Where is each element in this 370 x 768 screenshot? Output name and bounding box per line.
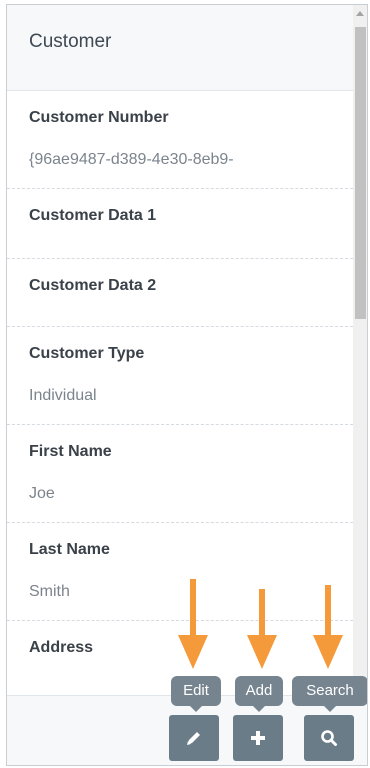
customer-panel: Customer Customer Number {96ae9487-d389-…: [6, 4, 368, 766]
field-customer-data-2: Customer Data 2: [7, 259, 353, 327]
field-label: First Name: [29, 443, 112, 460]
search-pointer-arrow-icon: [313, 585, 343, 669]
field-label: Customer Data 1: [29, 207, 157, 224]
edit-button[interactable]: [169, 715, 219, 761]
search-button[interactable]: [304, 715, 354, 761]
field-label: Last Name: [29, 541, 110, 558]
field-first-name: First Name Joe: [7, 425, 353, 523]
field-label: Customer Type: [29, 345, 145, 362]
field-value: Smith: [29, 583, 70, 600]
pencil-icon: [187, 732, 200, 745]
plus-icon: [251, 731, 265, 745]
vertical-scrollbar[interactable]: [353, 5, 367, 685]
field-customer-number: Customer Number {96ae9487-d389-4e30-8eb9…: [7, 91, 353, 189]
field-value: {96ae9487-d389-4e30-8eb9-: [29, 151, 234, 168]
panel-header: Customer: [7, 5, 353, 91]
field-value: Joe: [29, 485, 55, 502]
magnifier-icon: [321, 730, 337, 746]
edit-pointer-arrow-icon: [178, 579, 208, 669]
scroll-up-icon[interactable]: [356, 11, 364, 16]
field-label: Customer Number: [29, 109, 169, 126]
field-label: Customer Data 2: [29, 277, 157, 294]
add-tooltip: Add: [235, 676, 283, 712]
field-value: Individual: [29, 387, 97, 404]
field-customer-type: Customer Type Individual: [7, 327, 353, 425]
search-tooltip: Search: [292, 676, 367, 712]
scroll-thumb[interactable]: [355, 27, 366, 319]
panel-title: Customer: [29, 31, 112, 52]
add-pointer-arrow-icon: [247, 589, 277, 669]
field-customer-data-1: Customer Data 1: [7, 189, 353, 259]
field-label: Address: [29, 639, 94, 656]
add-button[interactable]: [233, 715, 283, 761]
edit-tooltip: Edit: [171, 676, 221, 712]
